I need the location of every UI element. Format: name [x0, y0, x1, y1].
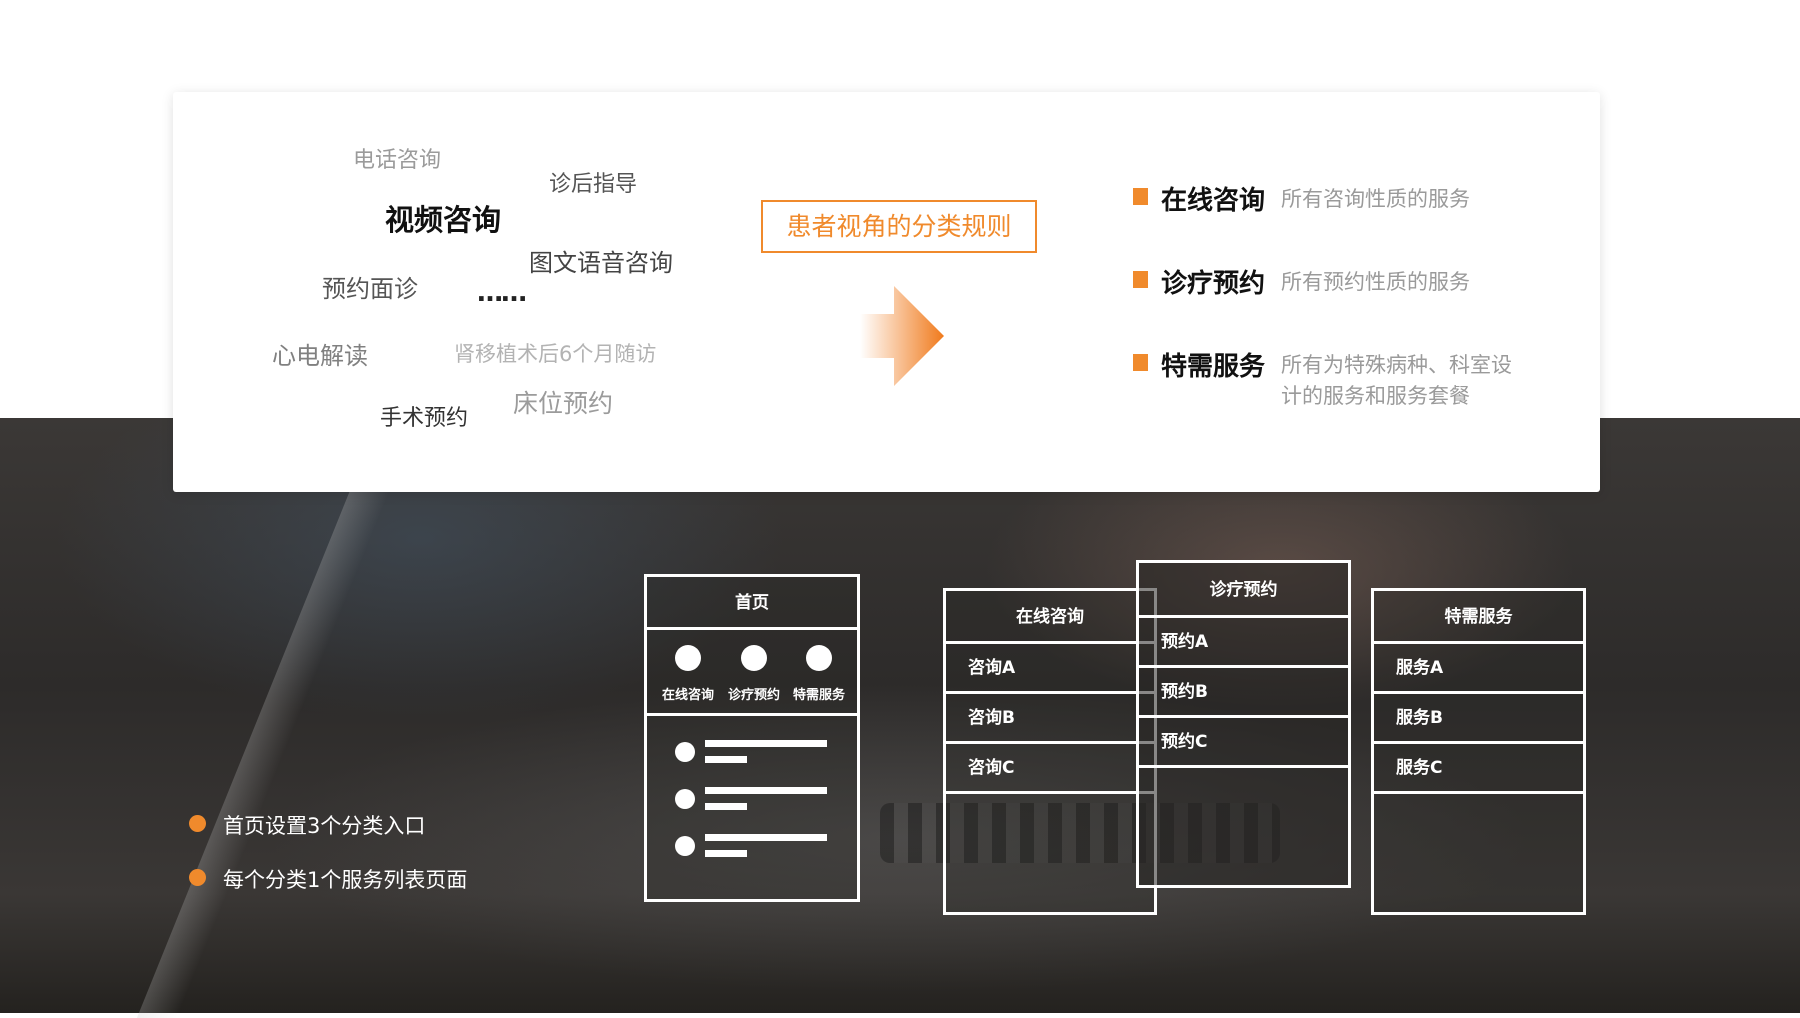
category-name: 在线咨询 — [1161, 186, 1266, 216]
orange-dot-marker — [189, 815, 206, 832]
list-row-empty — [1139, 765, 1348, 768]
arrow-right-icon — [860, 286, 944, 386]
list-page-title: 在线咨询 — [1016, 607, 1084, 627]
word-ecg-reading: 心电解读 — [272, 342, 368, 370]
category-name: 特需服务 — [1161, 352, 1266, 382]
entry-circle-icon — [806, 645, 832, 671]
orange-square-marker — [1133, 354, 1148, 371]
list-page-online-consult: 在线咨询 咨询A 咨询B 咨询C — [943, 588, 1157, 915]
bullet-text: 每个分类1个服务列表页面 — [223, 868, 468, 892]
bullet-text: 首页设置3个分类入口 — [223, 814, 426, 838]
entry-circle-icon — [675, 645, 701, 671]
category-description: 所有为特殊病种、科室设计的服务和服务套餐 — [1281, 353, 1512, 408]
list-row-empty — [1374, 791, 1583, 794]
category-name: 诊疗预约 — [1161, 269, 1266, 299]
laptop-edge-decoration — [136, 458, 404, 1018]
home-entry-label: 在线咨询 — [661, 688, 714, 703]
home-entry-label: 特需服务 — [792, 688, 845, 703]
list-row: 预约A — [1139, 615, 1348, 665]
category-description: 所有咨询性质的服务 — [1281, 187, 1470, 211]
word-followup-guidance: 诊后指导 — [549, 172, 638, 197]
entry-circle-icon — [741, 645, 767, 671]
list-page-title: 诊疗预约 — [1209, 580, 1278, 600]
orange-dot-marker — [189, 869, 206, 886]
list-row: 服务A — [1374, 641, 1583, 691]
classification-rule-label: 患者视角的分类规则 — [761, 200, 1037, 253]
list-page-appointment: 诊疗预约 预约A 预约B 预约C — [1136, 560, 1351, 888]
home-wireframe: 首页 在线咨询 诊疗预约 特需服务 — [644, 574, 860, 902]
list-dot-icon — [675, 836, 695, 856]
word-surgery-booking: 手术预约 — [380, 406, 469, 431]
word-phone-consult: 电话咨询 — [353, 148, 442, 173]
orange-square-marker — [1133, 271, 1148, 288]
home-entry-label: 诊疗预约 — [727, 688, 780, 703]
list-line — [705, 740, 827, 747]
list-line — [705, 756, 747, 763]
list-row-empty — [946, 791, 1154, 794]
word-kidney-followup: 肾移植术后6个月随访 — [454, 342, 657, 366]
category-description: 所有预约性质的服务 — [1281, 270, 1470, 294]
list-page-special-service: 特需服务 服务A 服务B 服务C — [1371, 588, 1586, 915]
list-row: 服务C — [1374, 741, 1583, 791]
list-dot-icon — [675, 789, 695, 809]
list-row: 服务B — [1374, 691, 1583, 741]
list-row: 咨询A — [946, 641, 1154, 691]
list-page-title: 特需服务 — [1444, 607, 1513, 627]
list-line — [705, 787, 827, 794]
list-row: 预约C — [1139, 715, 1348, 765]
word-video-consult: 视频咨询 — [385, 203, 502, 237]
orange-square-marker — [1133, 188, 1148, 205]
home-entry-row: 在线咨询 诊疗预约 特需服务 — [647, 627, 857, 716]
word-bed-booking: 床位预约 — [513, 389, 614, 418]
home-title: 首页 — [735, 593, 769, 613]
list-line — [705, 834, 827, 841]
word-ellipsis: …… — [477, 278, 527, 308]
word-text-voice-consult: 图文语音咨询 — [529, 249, 673, 277]
list-line — [705, 850, 747, 857]
word-appointment-visit: 预约面诊 — [322, 275, 418, 303]
home-list-area — [647, 713, 857, 899]
list-row: 预约B — [1139, 665, 1348, 715]
list-row: 咨询B — [946, 691, 1154, 741]
list-dot-icon — [675, 742, 695, 762]
classification-card: 电话咨询 诊后指导 视频咨询 图文语音咨询 预约面诊 …… 心电解读 肾移植术后… — [173, 92, 1600, 492]
list-line — [705, 803, 747, 810]
list-row: 咨询C — [946, 741, 1154, 791]
